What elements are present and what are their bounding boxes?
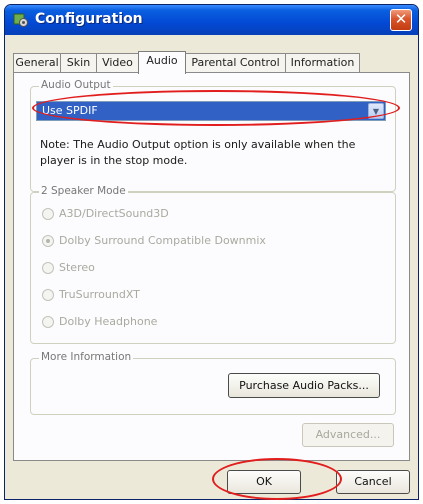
tab-parental-control[interactable]: Parental Control [185,53,286,73]
close-icon: ✕ [394,10,408,28]
audio-output-note: Note: The Audio Output option is only av… [40,138,356,167]
radio-label: TruSurroundXT [59,288,140,301]
audio-output-select[interactable]: Use SPDIF ▼ [36,101,386,121]
radio-label: Dolby Headphone [59,315,158,328]
tab-label: Video [102,56,133,69]
tab-audio[interactable]: Audio [138,51,186,74]
config-gear-icon [13,13,28,27]
group-label: 2 Speaker Mode [39,185,128,197]
radio-button[interactable] [42,316,54,328]
tab-label: Audio [146,54,178,67]
chevron-down-icon[interactable]: ▼ [368,103,384,119]
radio-label: A3D/DirectSound3D [59,207,169,220]
radio-button-checked[interactable] [42,235,54,247]
group-label: Audio Output [39,79,113,91]
radio-label: Stereo [59,261,95,274]
tab-label: General [15,56,59,69]
select-value: Use SPDIF [42,104,98,117]
tab-skin[interactable]: Skin [60,53,97,73]
radio-label: Dolby Surround Compatible Downmix [59,234,266,247]
radio-button[interactable] [42,208,54,220]
tab-label: Parental Control [191,56,280,69]
radio-button[interactable] [42,289,54,301]
configuration-dialog: Configuration ✕ General Skin Video Audio… [4,4,419,500]
ok-button[interactable]: OK [227,470,301,494]
purchase-audio-packs-button[interactable]: Purchase Audio Packs... [228,373,380,398]
advanced-button[interactable]: Advanced... [302,423,394,447]
audio-tab-panel: Audio Output Use SPDIF ▼ Note: The Audio… [13,72,410,461]
close-button[interactable]: ✕ [390,9,412,31]
tab-label: Information [290,56,355,69]
tab-label: Skin [66,56,91,69]
tab-video[interactable]: Video [96,53,139,73]
tab-general[interactable]: General [13,53,61,73]
title-bar[interactable]: Configuration ✕ [5,5,418,35]
radio-button[interactable] [42,262,54,274]
tab-information[interactable]: Information [285,53,360,73]
cancel-button[interactable]: Cancel [336,470,410,494]
window-title: Configuration [35,11,143,27]
group-label: More Information [39,351,134,363]
